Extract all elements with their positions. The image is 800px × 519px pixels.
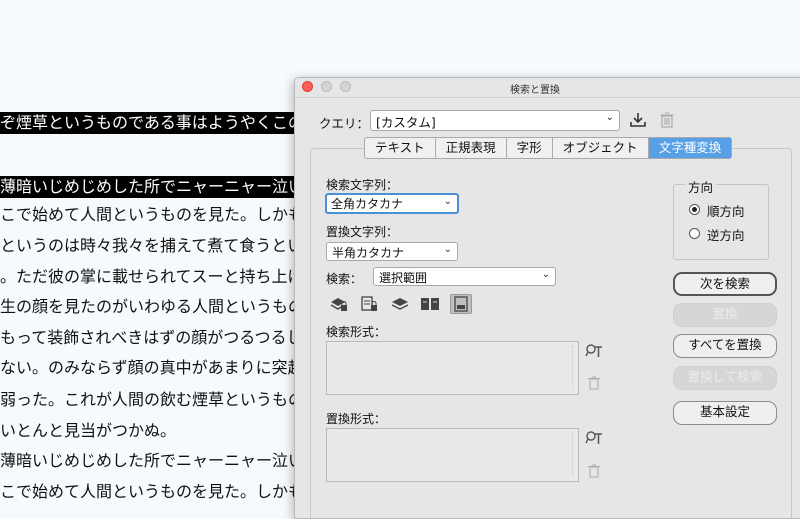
- search-scope-select[interactable]: 選択範囲 ⌄: [373, 267, 556, 286]
- find-what-value: 全角カタカナ: [331, 197, 404, 211]
- backward-radio[interactable]: [689, 228, 700, 239]
- backward-label[interactable]: 逆方向: [707, 225, 745, 244]
- find-format-box[interactable]: [326, 341, 579, 395]
- text-line[interactable]: 弱った。これが人間の飲む煙草というものであ: [0, 389, 336, 411]
- include-footnotes-icon[interactable]: [450, 294, 472, 314]
- trash-icon[interactable]: [659, 111, 675, 129]
- change-all-button[interactable]: すべてを置換: [673, 334, 777, 358]
- tab-grep[interactable]: 正規表現: [436, 138, 507, 158]
- query-value: [カスタム]: [376, 115, 436, 130]
- forward-label[interactable]: 順方向: [707, 201, 745, 220]
- tab-text[interactable]: テキスト: [365, 138, 436, 158]
- find-what-select[interactable]: 全角カタカナ ⌄: [325, 193, 459, 214]
- find-format-label: 検索形式：: [326, 325, 387, 339]
- text-line[interactable]: ない。のみならず顔の真中があまりに突起して: [0, 357, 335, 379]
- include-locked-stories-icon[interactable]: [358, 294, 380, 314]
- save-query-icon[interactable]: [629, 111, 647, 129]
- change-button[interactable]: 置換: [673, 303, 777, 327]
- done-button[interactable]: 基本設定: [673, 401, 777, 425]
- clear-find-format-trash-icon[interactable]: [587, 376, 601, 390]
- search-scope-value: 選択範囲: [379, 271, 428, 285]
- chevron-down-icon: ⌄: [605, 112, 614, 123]
- direction-label: 方向: [685, 177, 717, 196]
- tab-glyph[interactable]: 字形: [507, 138, 553, 158]
- text-line[interactable]: ぞ煙草というものである事はようやくこの頃: [0, 112, 320, 134]
- query-label: クエリ：: [319, 116, 370, 131]
- text-line[interactable]: いとんと見当がつかぬ。: [0, 420, 176, 442]
- tab-object[interactable]: オブジェクト: [553, 138, 649, 158]
- tab-bar: テキスト 正規表現 字形 オブジェクト 文字種変換: [364, 137, 733, 159]
- change-to-label: 置換文字列：: [326, 225, 399, 239]
- chevron-down-icon: ⌄: [443, 244, 452, 255]
- change-format-label: 置換形式：: [326, 412, 387, 426]
- text-line[interactable]: こで始めて人間というものを見た。しかもあと: [0, 204, 336, 226]
- tab-transliterate[interactable]: 文字種変換: [648, 138, 732, 158]
- find-change-dialog: 検索と置換 クエリ： [カスタム] ⌄ テキスト 正規表現 字形 オブジェクト …: [294, 77, 800, 519]
- dialog-title: 検索と置換: [510, 85, 560, 96]
- include-hidden-layers-icon[interactable]: [389, 294, 411, 314]
- title-bar[interactable]: 検索と置換: [295, 78, 800, 98]
- forward-radio[interactable]: [689, 204, 700, 215]
- chevron-down-icon: ⌄: [541, 269, 550, 280]
- specify-find-format-icon[interactable]: [585, 343, 603, 359]
- specify-change-format-icon[interactable]: [585, 430, 603, 446]
- change-to-select[interactable]: 半角カタカナ ⌄: [326, 242, 458, 261]
- change-find-button[interactable]: 置換して検索: [673, 366, 777, 390]
- find-next-button[interactable]: 次を検索: [673, 272, 777, 296]
- text-line[interactable]: もって装飾されべきはずの顔がつるつるして: [0, 327, 318, 349]
- change-format-box[interactable]: [326, 428, 579, 482]
- clear-change-format-trash-icon[interactable]: [587, 464, 601, 478]
- query-select[interactable]: [カスタム] ⌄: [370, 110, 620, 131]
- include-locked-layers-icon[interactable]: [328, 294, 350, 314]
- include-master-pages-icon[interactable]: [419, 294, 441, 314]
- chevron-down-icon: ⌄: [443, 196, 452, 207]
- text-line[interactable]: 。ただ彼の掌に載せられてスーと持ち上げら: [0, 266, 320, 288]
- change-to-value: 半角カタカナ: [332, 246, 405, 260]
- text-line[interactable]: 生の顔を見たのがいわゆる人間というものの: [0, 296, 320, 318]
- find-what-label: 検索文字列：: [326, 178, 399, 192]
- search-scope-label: 検索：: [326, 272, 363, 286]
